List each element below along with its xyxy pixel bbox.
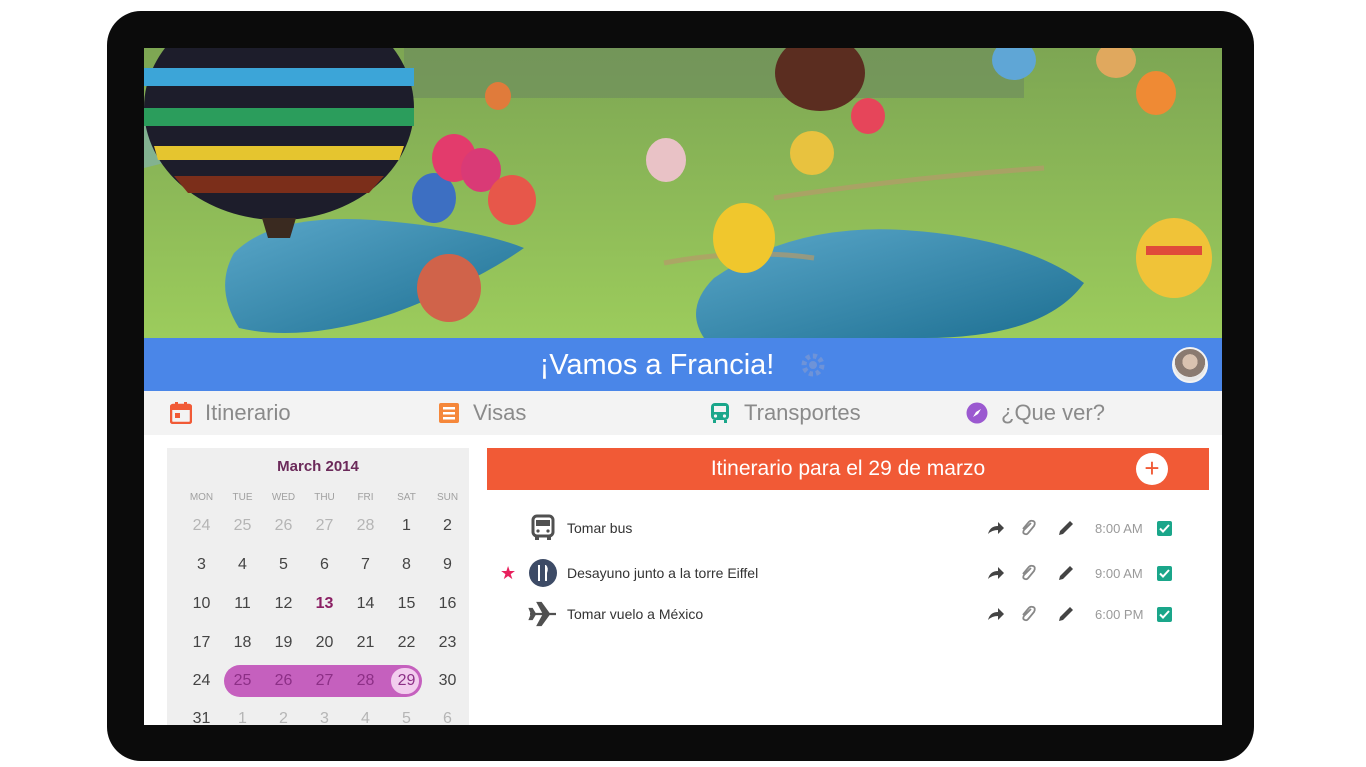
calendar-day[interactable]: 28 [345,666,386,696]
calendar-day[interactable]: 6 [304,550,345,580]
itinerary-item[interactable]: Tomar vuelo a México 6:00 PM [500,597,1180,631]
list-icon [438,402,460,424]
itinerary-item[interactable]: Tomar bus 8:00 AM [500,511,1180,545]
trip-title-bar: ¡Vamos a Francia! [144,338,1222,391]
done-checkbox[interactable] [1157,521,1172,536]
calendar-icon [169,402,193,425]
month-calendar: March 2014 MON TUE WED THU FRI SAT SUN 24 25 26 27… [167,448,469,725]
calendar-day[interactable]: 31 [181,704,222,725]
weekday-label: FRI [357,492,374,503]
attachment-icon[interactable] [1018,604,1038,624]
edit-pencil-icon[interactable] [1056,563,1076,583]
calendar-day[interactable]: 13 [304,589,345,619]
calendar-month-title: March 2014 [277,458,359,475]
calendar-day[interactable]: 6 [427,704,468,725]
calendar-day[interactable]: 18 [222,628,263,658]
calendar-day[interactable]: 28 [345,511,386,541]
user-avatar[interactable] [1172,347,1208,383]
calendar-day[interactable]: 5 [386,704,427,725]
airplane-icon [528,599,558,629]
star-icon[interactable]: ★ [500,563,516,584]
calendar-day[interactable]: 21 [345,628,386,658]
calendar-day[interactable]: 22 [386,628,427,658]
calendar-day[interactable]: 2 [427,511,468,541]
tab-label: Visas [473,400,527,425]
share-icon[interactable] [986,518,1006,538]
calendar-day[interactable]: 23 [427,628,468,658]
compass-icon [966,402,988,424]
itinerary-title: Itinerario para el 29 de marzo [710,457,986,480]
calendar-day[interactable]: 1 [222,704,263,725]
trip-title: ¡Vamos a Francia! [539,348,775,381]
calendar-day[interactable]: 30 [427,666,468,696]
calendar-day[interactable]: 26 [263,666,304,696]
calendar-day[interactable]: 19 [263,628,304,658]
itinerary-header: Itinerario para el 29 de marzo + [487,448,1209,490]
edit-pencil-icon[interactable] [1056,518,1076,538]
share-icon[interactable] [986,604,1006,624]
itinerary-item[interactable]: ★ Desayuno junto a la torre Eiffel 9:00 … [500,556,1180,590]
calendar-day[interactable]: 4 [345,704,386,725]
calendar-day[interactable]: 24 [181,511,222,541]
calendar-day[interactable]: 2 [263,704,304,725]
calendar-day[interactable]: 20 [304,628,345,658]
bus-icon [709,402,731,424]
calendar-day[interactable]: 12 [263,589,304,619]
tab-itinerario[interactable]: Itinerario [169,391,291,435]
calendar-day[interactable]: 11 [222,589,263,619]
tab-transportes[interactable]: Transportes [709,391,861,435]
calendar-day[interactable]: 27 [304,666,345,696]
item-label: Desayuno junto a la torre Eiffel [567,565,759,581]
tab-visas[interactable]: Visas [438,391,526,435]
item-time: 8:00 AM [1095,521,1143,536]
calendar-day[interactable]: 8 [386,550,427,580]
weekday-label: SAT [397,492,416,503]
tab-label: ¿Que ver? [1001,400,1105,425]
weekday-label: TUE [232,492,253,503]
weekday-label: THU [314,492,335,503]
done-checkbox[interactable] [1157,607,1172,622]
bus-icon [528,513,558,543]
app-screen: ¡Vamos a Francia! Itinerario Visas Trans… [144,48,1222,725]
weekday-label: WED [271,492,296,503]
calendar-day[interactable]: 25 [222,511,263,541]
calendar-day[interactable]: 25 [222,666,263,696]
edit-pencil-icon[interactable] [1056,604,1076,624]
calendar-day[interactable]: 9 [427,550,468,580]
attachment-icon[interactable] [1018,563,1038,583]
calendar-day[interactable]: 10 [181,589,222,619]
weekday-label: MON [189,492,214,503]
weekday-label: SUN [436,492,459,503]
calendar-day[interactable]: 14 [345,589,386,619]
hero-photo-balloons [144,48,1222,338]
calendar-day[interactable]: 3 [304,704,345,725]
item-time: 6:00 PM [1095,607,1144,622]
item-label: Tomar vuelo a México [567,606,704,622]
tab-label: Itinerario [205,400,291,425]
tab-que-ver[interactable]: ¿Que ver? [966,391,1105,435]
calendar-day[interactable]: 15 [386,589,427,619]
item-time: 9:00 AM [1095,566,1143,581]
calendar-day[interactable]: 24 [181,666,222,696]
add-item-button[interactable]: + [1136,453,1168,485]
calendar-day[interactable]: 5 [263,550,304,580]
done-checkbox[interactable] [1157,566,1172,581]
calendar-day[interactable]: 4 [222,550,263,580]
calendar-day[interactable]: 26 [263,511,304,541]
calendar-day[interactable]: 3 [181,550,222,580]
calendar-day[interactable]: 7 [345,550,386,580]
calendar-day[interactable]: 16 [427,589,468,619]
item-label: Tomar bus [567,520,633,536]
calendar-day[interactable]: 27 [304,511,345,541]
calendar-day[interactable]: 17 [181,628,222,658]
calendar-day[interactable]: 1 [386,511,427,541]
attachment-icon[interactable] [1018,518,1038,538]
share-icon[interactable] [986,563,1006,583]
tab-label: Transportes [744,400,861,425]
restaurant-icon [528,558,558,588]
gear-icon[interactable] [800,352,826,378]
section-tabs: Itinerario Visas Transportes ¿Que ver? [144,391,1222,435]
calendar-day[interactable]: 29 [386,666,427,696]
